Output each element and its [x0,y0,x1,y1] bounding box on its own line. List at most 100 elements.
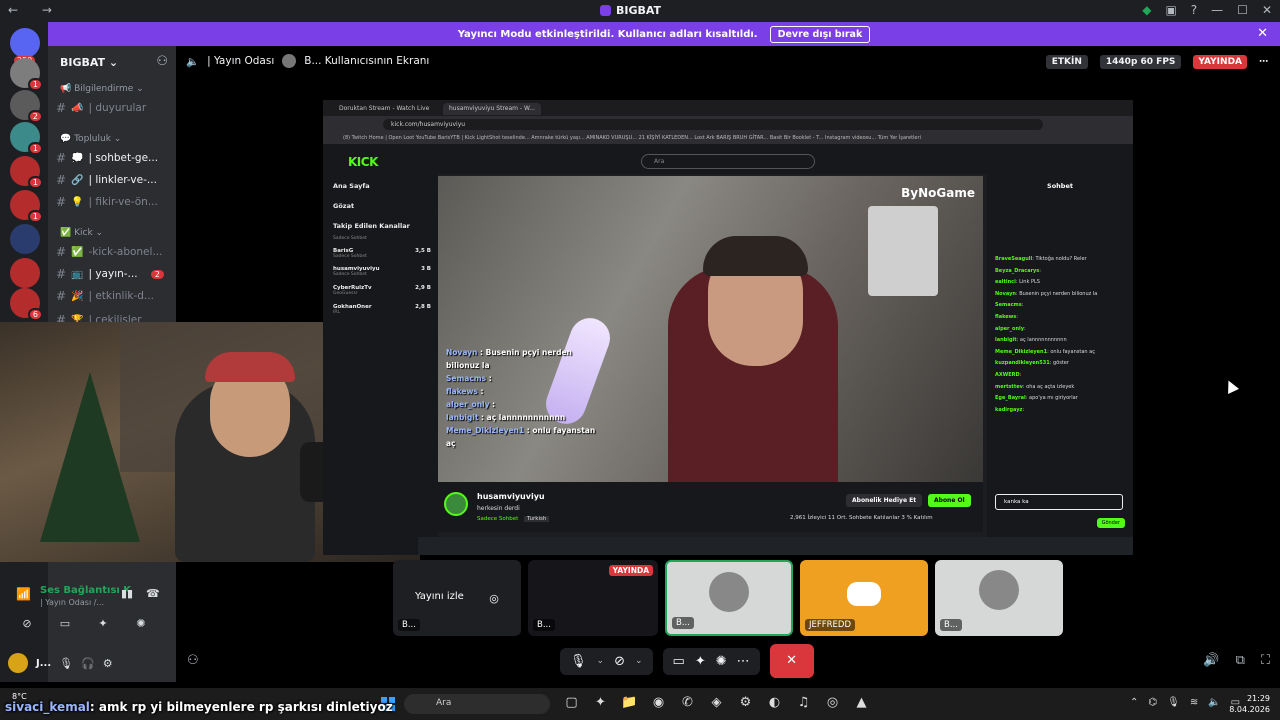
soundboard-icon[interactable]: ✺ [132,617,150,630]
server-icon-3[interactable]: 1 [10,122,43,155]
chat-user[interactable]: Novayn [995,291,1016,297]
category-kick[interactable]: ✅ Kick ⌄ [60,228,103,238]
chat-input[interactable]: kanka ka [995,494,1123,510]
tile-stream-preview[interactable]: YAYINDA B... [528,560,658,636]
help-icon[interactable]: ? [1191,3,1197,17]
channel-duyurular[interactable]: # 📣 | duyurular [56,98,174,118]
discord-icon[interactable]: ◐ [765,695,784,710]
taskbar-search[interactable]: Ara [404,694,550,714]
user-avatar[interactable] [8,653,28,673]
chat-send-button[interactable]: Gönder [1096,518,1125,528]
chat-user[interactable]: mertsttev [995,384,1023,390]
valorant-icon[interactable]: ◈ [707,695,726,710]
channel-kick-abonel[interactable]: # ✅ -kick-abonel... [56,242,174,262]
kick-channel[interactable]: husamviyuviyu Sadece Sohbet 3 B [333,266,431,277]
network-icon[interactable]: ⌬ [1148,697,1157,708]
subscribe-button[interactable]: Abone Ol [928,494,971,507]
headphones-icon[interactable]: 🎧 [81,657,95,670]
server-icon-5[interactable]: 1 [10,190,43,223]
browser-tab[interactable]: Doruktan Stream - Watch Live [333,103,435,115]
chat-user[interactable]: Semacms [995,302,1022,308]
server-icon-1[interactable]: 1 [10,58,43,91]
bookmarks-bar[interactable]: (8) Twitch Home | Open Loot YouTube Bari… [323,132,1133,144]
chat-user[interactable]: kuzpandikleyen531 [995,360,1050,366]
invite-people-icon[interactable]: ⚇ [156,54,168,69]
popout-icon[interactable]: ⧉ [1236,653,1245,668]
kick-nav-browse[interactable]: Gözat [333,202,354,210]
channel-linkler[interactable]: # 🔗 | linkler-ve-... [56,170,174,190]
screen-share-icon[interactable]: ▭ [56,617,74,630]
tile-participant[interactable]: B... [665,560,793,636]
chat-user[interactable]: flakews [995,314,1016,320]
disable-streamer-mode-button[interactable]: Devre dışı bırak [769,25,871,43]
volume-tray-icon[interactable]: 🔈 [1208,697,1220,708]
kick-nav-following[interactable]: Takip Edilen Kanallar [333,222,410,230]
maximize-button[interactable]: ☐ [1237,3,1248,17]
more-icon[interactable]: ⋯ [737,654,750,669]
copilot-icon[interactable]: ✦ [591,695,610,710]
server-icon-7[interactable] [10,258,40,288]
user-name[interactable]: J... [36,658,51,669]
noise-suppression-icon[interactable]: ▮▮ [121,587,133,600]
volume-icon[interactable]: 🔊 [1203,653,1219,668]
room-name[interactable]: | Yayın Odası [207,55,274,67]
tile-participant[interactable]: B... [935,560,1063,636]
gift-sub-button[interactable]: Abonelik Hediye Et [846,494,923,507]
kick-channel[interactable]: CyberRulzTv GeoGuessr 2,9 B [333,285,431,296]
category-topluluk[interactable]: 💬 Topluluk ⌄ [60,134,121,144]
kick-nav-home[interactable]: Ana Sayfa [333,182,370,190]
camera-off-icon[interactable]: ⊘ [614,654,625,669]
watch-stream-button[interactable]: Yayını izle [407,586,472,607]
browser-tab-active[interactable]: husamviyuviyu Stream - W... [443,103,541,115]
inbox-icon[interactable]: ▣ [1165,3,1176,17]
spotify-icon[interactable]: ♫ [794,695,813,710]
stream-language-tag[interactable]: Turkish [524,516,550,522]
screen-share-icon[interactable]: ▭ [673,654,685,669]
server-icon-2[interactable]: 2 [10,90,43,123]
chat-user[interactable]: Ege_Bayral [995,395,1026,401]
whatsapp-icon[interactable]: ✆ [678,695,697,710]
kick-logo[interactable]: KICK [348,155,378,169]
channel-yayin[interactable]: # 📺 | yayın-... 2 [56,264,174,284]
chat-user[interactable]: kadirgayz [995,407,1022,413]
chat-user[interactable]: lanbigit [995,337,1017,343]
kick-video-player[interactable]: ByNoGame Novayn : Busenin pçyi nerden bi… [438,176,983,482]
tile-jeffredd[interactable]: JEFFREDD [800,560,928,636]
tile-watch-stream[interactable]: Yayını izle ◎ B... [393,560,521,636]
kick-channel[interactable]: BarisG Sadece Sohbet 3,5 B [333,248,431,259]
activities-icon[interactable]: ✦ [695,654,706,669]
dm-home-icon[interactable]: 250 [10,28,40,65]
chat-user[interactable]: alper_only [995,326,1024,332]
mic-control[interactable]: 🎙 ⌄ ⊘ ⌄ [560,647,653,675]
chevron-down-icon[interactable]: ⌄ [597,656,605,666]
tray-expand-icon[interactable]: ⌃ [1130,697,1138,708]
chat-user[interactable]: ealtinci [995,279,1016,285]
activities-icon[interactable]: ✦ [94,617,112,630]
fullscreen-icon[interactable]: ⛶ [1261,653,1270,668]
focus-icon[interactable]: ◎ [481,586,507,612]
server-name-header[interactable]: BIGBAT ⌄ [60,56,118,69]
soundboard-icon[interactable]: ✺ [716,654,727,669]
taskbar-clock[interactable]: 21:29 8.04.2026 [1229,693,1270,715]
streamer-avatar[interactable] [444,492,468,516]
stream-category[interactable]: Sadece Sohbet [477,516,518,522]
server-icon-6[interactable] [10,224,40,254]
browser-icon[interactable]: ◉ [649,695,668,710]
streamer-name[interactable]: husamviyuviyu [477,492,545,501]
task-view-icon[interactable]: ▢ [562,695,581,710]
camera-off-icon[interactable]: ⊘ [18,617,36,630]
chat-user[interactable]: Meme_Dikizleyen1 [995,349,1047,355]
close-window-button[interactable]: ✕ [1262,3,1272,17]
obs-icon[interactable]: ◎ [823,695,842,710]
chat-user[interactable]: BraveSeagull [995,256,1032,262]
screen-share-title[interactable]: B... Kullanıcısının Ekranı [304,55,429,67]
chevron-down-icon[interactable]: ⌄ [635,656,643,666]
settings-gear-icon[interactable]: ⚙ [103,657,113,670]
steam-icon[interactable]: ⚙ [736,695,755,710]
adobe-icon[interactable]: ▲ [852,695,871,710]
close-banner-icon[interactable]: ✕ [1257,26,1268,41]
back-forward-icons[interactable]: ← → [8,3,62,17]
shared-screen[interactable]: Doruktan Stream - Watch Live husamviyuvi… [323,100,1133,555]
server-icon-8[interactable]: 6 [10,288,43,321]
server-icon-4[interactable]: 1 [10,156,43,189]
